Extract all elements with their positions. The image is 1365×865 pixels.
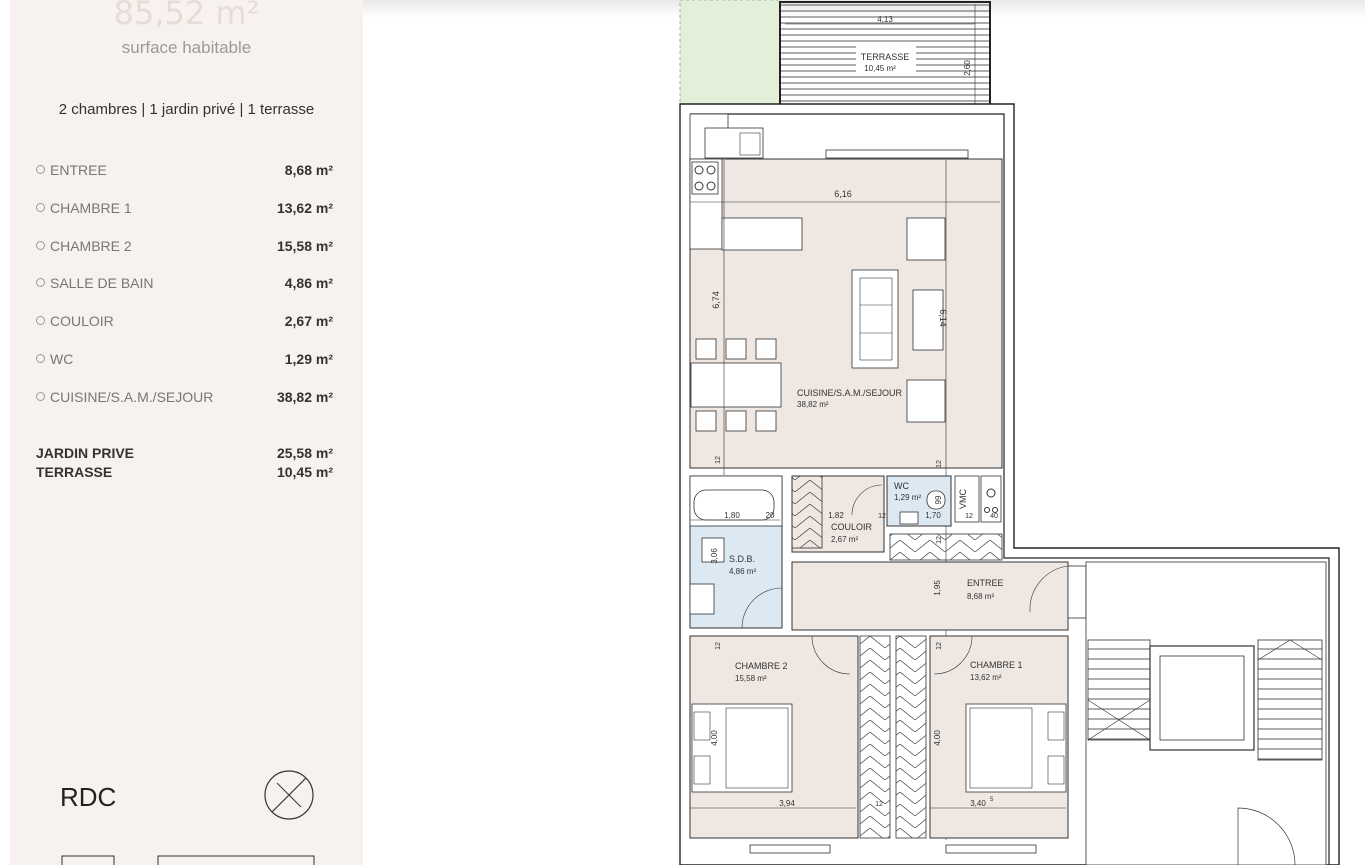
armchair <box>906 217 946 261</box>
dim-sejour-depth: 6,74 <box>711 291 721 309</box>
armchair <box>906 379 946 423</box>
wardrobe <box>889 533 1003 561</box>
chambre1-area: 13,62 m² <box>970 673 1002 682</box>
wardrobe <box>895 635 927 839</box>
toilet-icon <box>689 583 715 615</box>
window <box>945 844 1037 854</box>
dim-wall: 12 <box>715 456 722 464</box>
couloir-area: 2,67 m² <box>831 535 858 544</box>
dim-sdb-wall: 20 <box>766 511 775 520</box>
stairs <box>1087 639 1151 741</box>
couloir-label: COULOIR <box>831 522 873 532</box>
dim-vmc-wall: 40 <box>990 513 998 520</box>
dim-wall: 12 <box>936 460 943 468</box>
sofa <box>851 269 899 369</box>
chambre2-area: 15,58 m² <box>735 674 767 683</box>
wardrobe <box>791 475 823 549</box>
dim-wall: 12 <box>715 642 722 650</box>
elevator-shaft <box>1149 645 1255 751</box>
dining-table <box>690 362 782 408</box>
dim-sdb-width: 1,80 <box>724 511 740 520</box>
dim-terrace-width: 4,13 <box>877 15 893 24</box>
dim-wc-side: 99 <box>934 495 943 504</box>
dim-ch1-width: 3,40 <box>970 799 986 808</box>
room-entree <box>791 561 1069 631</box>
dim-ch1-depth: 4,00 <box>933 730 942 746</box>
entree-label: ENTREE <box>967 578 1004 588</box>
chambre2-label: CHAMBRE 2 <box>735 661 788 671</box>
dim-wall: 12 <box>878 513 886 520</box>
dim-sejour-width: 6,16 <box>834 189 852 199</box>
dim-wall: 12 <box>965 513 973 520</box>
sdb-area: 4,86 m² <box>729 567 756 576</box>
dim-wall: 12 <box>936 536 943 544</box>
chambre1-label: CHAMBRE 1 <box>970 660 1023 670</box>
dim-entree-depth: 1,95 <box>933 580 942 596</box>
terrace-label: TERRASSE <box>861 52 910 62</box>
dim-wall: 12 <box>875 801 883 808</box>
sejour-area: 38,82 m² <box>797 400 829 409</box>
wc-label: WC <box>894 481 909 491</box>
bed <box>691 703 793 793</box>
dim-sejour-inner: 6,14 <box>938 309 948 327</box>
kitchen-sink <box>704 127 764 159</box>
dim-wall: 12 <box>936 642 943 650</box>
dim-ch2-width: 3,94 <box>779 799 795 808</box>
dim-sdb-depth: 3,06 <box>710 548 719 564</box>
garden-area <box>679 0 781 105</box>
dim-ch2-depth: 4,00 <box>710 730 719 746</box>
kitchen-island <box>721 217 803 251</box>
dim-terrace-depth: 2,60 <box>963 60 972 76</box>
floor-plan: TERRASSE 10,45 m² 4,13 2,60 6,16 6,74 6,… <box>679 0 1340 865</box>
dim-couloir-width: 1,82 <box>828 511 844 520</box>
dim-wc-width: 1,70 <box>925 511 941 520</box>
entrance-door <box>1067 565 1087 619</box>
stairs <box>1257 639 1323 761</box>
window <box>825 149 969 159</box>
vmc-label: VMC <box>958 489 968 510</box>
terrace-area: 10,45 m² <box>864 64 896 73</box>
sdb-label: S.D.B. <box>729 554 755 564</box>
bed <box>965 703 1067 793</box>
handbasin-icon <box>899 511 919 525</box>
entree-area: 8,68 m² <box>967 592 994 601</box>
sejour-label: CUISINE/S.A.M./SEJOUR <box>797 388 903 398</box>
window <box>749 844 831 854</box>
wc-area: 1,29 m² <box>894 493 921 502</box>
